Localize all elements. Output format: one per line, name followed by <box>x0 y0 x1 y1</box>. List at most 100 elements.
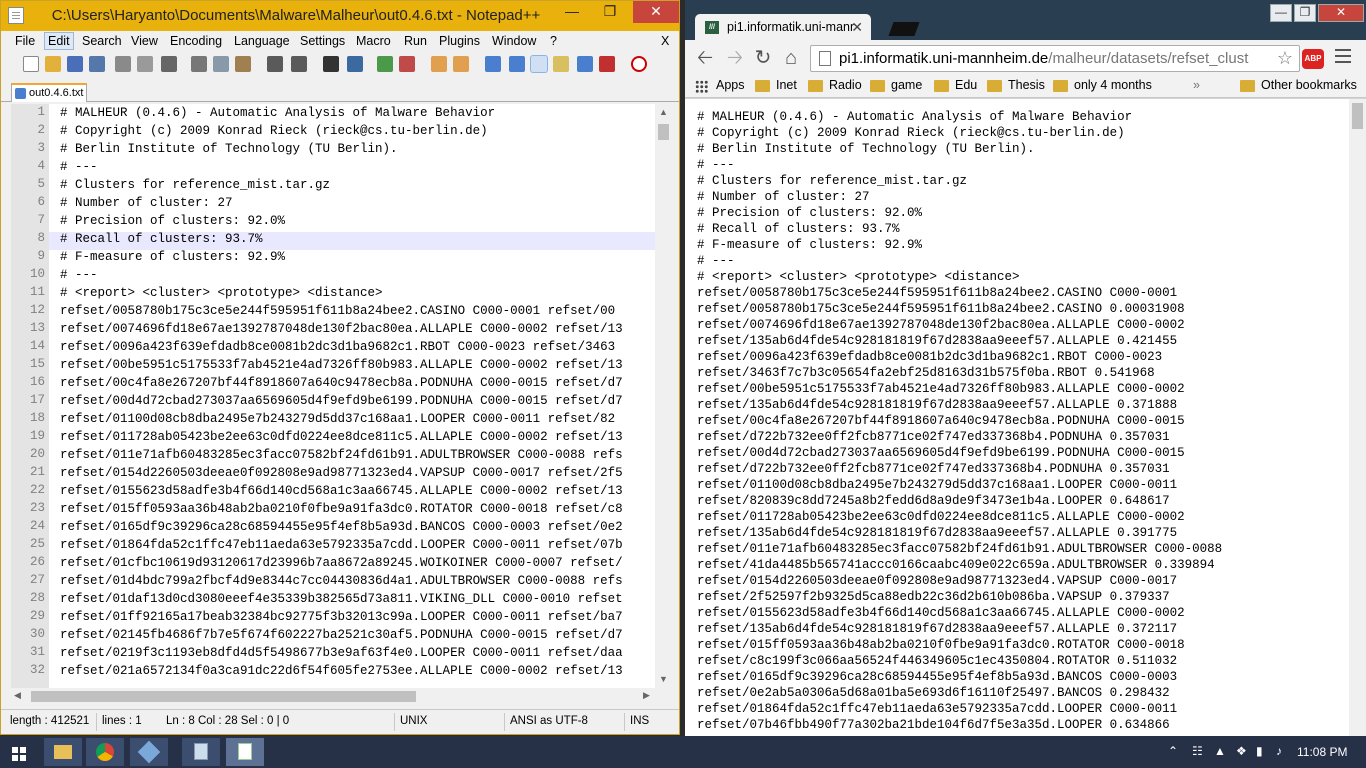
function-list-icon[interactable] <box>577 56 593 72</box>
show-hidden-icons[interactable]: ⌃ <box>1168 744 1178 758</box>
menu-file[interactable]: File <box>15 34 35 48</box>
open-file-icon[interactable] <box>45 56 61 72</box>
editor-line[interactable]: refset/01cfbc10619d93120617d23996b7aa867… <box>60 554 623 572</box>
editor-line[interactable]: # Clusters for reference_mist.tar.gz <box>60 176 330 194</box>
doc-map-icon[interactable] <box>553 56 569 72</box>
maximize-button[interactable]: ❐ <box>595 1 625 23</box>
scroll-up-icon[interactable]: ▲ <box>659 107 668 117</box>
find-icon[interactable] <box>323 56 339 72</box>
page-scrollbar[interactable] <box>1349 99 1366 736</box>
notepadpp-titlebar[interactable]: C:\Users\Haryanto\Documents\Malware\Malh… <box>1 1 679 31</box>
redo-icon[interactable] <box>291 56 307 72</box>
replace-icon[interactable] <box>347 56 363 72</box>
battery-icon[interactable]: ▮ <box>1256 744 1263 758</box>
taskbar-virtualbox[interactable] <box>130 738 168 766</box>
editor-line[interactable]: refset/00be5951c5175533f7ab4521e4ad7326f… <box>60 356 623 374</box>
start-button[interactable] <box>0 738 40 766</box>
more-bookmarks-icon[interactable]: » <box>1193 78 1200 92</box>
bookmark-edu[interactable]: Edu <box>934 78 977 92</box>
editor-line[interactable]: refset/0074696fd18e67ae1392787048de130f2… <box>60 320 623 338</box>
sync-vertical-icon[interactable] <box>431 56 447 72</box>
menu-edit[interactable]: Edit <box>44 32 74 50</box>
editor-line[interactable]: # --- <box>60 266 98 284</box>
editor-line[interactable]: refset/01daf13d0cd3080eeef4e35339b382565… <box>60 590 623 608</box>
scroll-down-icon[interactable]: ▼ <box>659 674 668 684</box>
vertical-scroll-thumb[interactable] <box>658 124 669 140</box>
home-icon[interactable]: ⌂ <box>779 47 803 69</box>
bookmark-radio[interactable]: Radio <box>808 78 862 92</box>
minimize-button[interactable]: — <box>557 1 587 23</box>
taskbar-explorer[interactable] <box>44 738 82 766</box>
indent-guide-icon[interactable] <box>530 55 548 73</box>
zoom-out-icon[interactable] <box>399 56 415 72</box>
adblock-plus-icon[interactable]: ABP <box>1302 49 1324 69</box>
editor-line[interactable]: refset/011728ab05423be2ee63c0dfd0224ee8d… <box>60 428 623 446</box>
editor-line[interactable]: refset/01100d08cb8dba2495e7b243279d5dd37… <box>60 410 615 428</box>
scroll-left-icon[interactable]: ◀ <box>14 690 21 701</box>
scroll-right-icon[interactable]: ▶ <box>643 690 650 701</box>
page-scroll-thumb[interactable] <box>1352 103 1363 129</box>
taskbar-chrome[interactable] <box>86 738 124 766</box>
bookmark-star-icon[interactable]: ☆ <box>1277 48 1293 69</box>
browser-tab[interactable]: /// pi1.informatik.uni-mannh ✕ <box>695 14 871 42</box>
editor-line[interactable]: refset/021a6572134f0a3ca91dc22d6f54f605f… <box>60 662 623 680</box>
bookmark-inet[interactable]: Inet <box>755 78 797 92</box>
editor-line[interactable]: # MALHEUR (0.4.6) - Automatic Analysis o… <box>60 104 495 122</box>
editor-line[interactable]: refset/015ff0593aa36b48ab2ba0210f0fbe9a9… <box>60 500 623 518</box>
taskbar-notepadpp[interactable] <box>226 738 264 766</box>
bookmark-apps[interactable]: Apps <box>695 78 745 93</box>
editor-line[interactable]: refset/0219f3c1193eb8dfd4d5f5498677b3e9a… <box>60 644 623 662</box>
editor-line[interactable]: refset/00c4fa8e267207bf44f8918607a640c94… <box>60 374 623 392</box>
back-icon[interactable]: 🡠 <box>693 47 717 69</box>
editor-line[interactable]: # --- <box>60 158 98 176</box>
menu-view[interactable]: View <box>131 34 158 48</box>
url-text[interactable]: pi1.informatik.uni-mannheim.de/malheur/d… <box>839 50 1279 67</box>
copy-icon[interactable] <box>213 56 229 72</box>
editor-line[interactable]: refset/01864fda52c1ffc47eb11aeda63e57923… <box>60 536 623 554</box>
taskbar-clock[interactable]: 11:08 PM <box>1297 745 1347 759</box>
horizontal-scrollbar[interactable]: ◀ ▶ <box>11 688 655 705</box>
menu-settings[interactable]: Settings <box>300 34 345 48</box>
editor-line[interactable]: refset/00d4d72cbad273037aa6569605d4f9efd… <box>60 392 623 410</box>
editor-area[interactable]: # MALHEUR (0.4.6) - Automatic Analysis o… <box>49 104 655 688</box>
save-icon[interactable] <box>67 56 83 72</box>
forward-icon[interactable]: 🡢 <box>723 47 747 69</box>
editor-line[interactable]: # Recall of clusters: 93.7% <box>60 230 263 248</box>
editor-line[interactable]: # F-measure of clusters: 92.9% <box>60 248 285 266</box>
chrome-titlebar[interactable]: /// pi1.informatik.uni-mannh ✕ — ❐ ✕ <box>685 0 1366 42</box>
sync-horizontal-icon[interactable] <box>453 56 469 72</box>
chrome-menu-icon[interactable] <box>1335 49 1351 67</box>
dropbox-icon[interactable]: ❖ <box>1236 744 1247 758</box>
close-tab-icon[interactable]: ✕ <box>851 19 863 36</box>
menu-window[interactable]: Window <box>492 34 536 48</box>
new-tab-button[interactable] <box>888 22 920 36</box>
reload-icon[interactable]: ↻ <box>751 47 775 69</box>
editor-line[interactable]: refset/0155623d58adfe3b4f66d140cd568a1c3… <box>60 482 623 500</box>
network-icon[interactable]: ☷ <box>1192 744 1203 758</box>
bookmark-only-4-months[interactable]: only 4 months <box>1053 78 1152 92</box>
folder-workspace-icon[interactable] <box>599 56 615 72</box>
bookmark-thesis[interactable]: Thesis <box>987 78 1045 92</box>
show-all-chars-icon[interactable] <box>509 56 525 72</box>
editor-line[interactable]: # Copyright (c) 2009 Konrad Rieck (rieck… <box>60 122 488 140</box>
editor-line[interactable]: refset/01d4bdc799a2fbcf4d9e8344c7cc04430… <box>60 572 623 590</box>
editor-line[interactable]: refset/0165df9c39296ca28c68594455e95f4ef… <box>60 518 623 536</box>
undo-icon[interactable] <box>267 56 283 72</box>
paste-icon[interactable] <box>235 56 251 72</box>
wifi-icon[interactable]: ▲ <box>1214 744 1226 758</box>
editor-line[interactable]: refset/0058780b175c3ce5e244f595951f611b8… <box>60 302 615 320</box>
tab-out046[interactable]: out0.4.6.txt <box>11 83 87 102</box>
zoom-in-icon[interactable] <box>377 56 393 72</box>
record-macro-icon[interactable] <box>631 56 647 72</box>
close-all-icon[interactable] <box>137 56 153 72</box>
menu-run[interactable]: Run <box>404 34 427 48</box>
close-document-button[interactable]: X <box>661 34 669 48</box>
menu-help[interactable]: ? <box>550 34 557 48</box>
editor-line[interactable]: refset/0154d2260503deeae0f092808e9ad9877… <box>60 464 623 482</box>
editor-line[interactable]: # Precision of clusters: 92.0% <box>60 212 285 230</box>
menu-language[interactable]: Language <box>234 34 290 48</box>
new-file-icon[interactable] <box>23 56 39 72</box>
chrome-close-button[interactable]: ✕ <box>1318 4 1364 22</box>
print-icon[interactable] <box>161 56 177 72</box>
editor-line[interactable]: # Berlin Institute of Technology (TU Ber… <box>60 140 398 158</box>
